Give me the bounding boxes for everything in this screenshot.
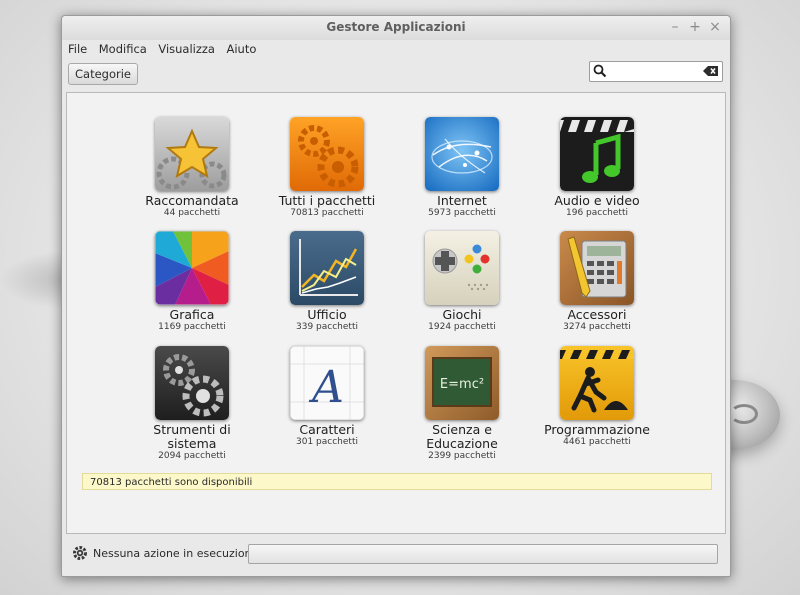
category-name: Scienza e Educazione <box>426 422 498 451</box>
calculator-pencil-icon <box>560 231 634 305</box>
line-chart-icon <box>290 231 364 305</box>
status-text: Nessuna azione in esecuzione <box>93 547 259 560</box>
gear-icon <box>73 546 87 560</box>
svg-text:A: A <box>308 362 344 413</box>
dark-gears-icon <box>155 346 229 420</box>
category-name: Tutti i pacchetti <box>278 193 376 208</box>
category-count: 3274 pacchetti <box>563 322 631 332</box>
category-name: Grafica <box>169 307 215 322</box>
close-button[interactable]: × <box>706 18 724 36</box>
maximize-button[interactable]: + <box>686 18 704 36</box>
chalkboard-icon: E=mc² <box>425 346 499 420</box>
star-gears-icon <box>155 117 229 191</box>
search-field[interactable] <box>589 61 723 82</box>
category-caratteri[interactable]: A Caratteri 301 pacchetti <box>260 346 394 458</box>
category-name: Programmazione <box>544 422 650 437</box>
letter-a-icon: A <box>290 346 364 420</box>
menu-file[interactable]: File <box>68 40 91 56</box>
svg-text:E=mc²: E=mc² <box>440 377 484 392</box>
color-wheel-icon <box>155 231 229 305</box>
category-count: 1169 pacchetti <box>158 322 226 332</box>
category-name: Accessori <box>567 307 627 322</box>
category-count: 2094 pacchetti <box>158 451 226 461</box>
window-title: Gestore Applicazioni <box>326 20 466 34</box>
category-grafica[interactable]: Grafica 1169 pacchetti <box>125 231 259 343</box>
category-name: Raccomandata <box>145 193 239 208</box>
globe-network-icon <box>425 117 499 191</box>
category-giochi[interactable]: Giochi 1924 pacchetti <box>395 231 529 343</box>
category-internet[interactable]: Internet 5973 pacchetti <box>395 117 529 229</box>
available-packages-info: 70813 pacchetti sono disponibili <box>82 473 712 490</box>
category-count: 339 pacchetti <box>296 322 358 332</box>
menu-aiuto[interactable]: Aiuto <box>226 40 260 56</box>
clear-search-icon[interactable] <box>703 65 719 77</box>
status-bar: Nessuna azione in esecuzione <box>66 539 724 569</box>
category-count: 196 pacchetti <box>566 208 628 218</box>
category-count: 5973 pacchetti <box>428 208 496 218</box>
category-name: Internet <box>437 193 487 208</box>
desktop-shadow <box>0 250 70 310</box>
category-audio-video[interactable]: Audio e video 196 pacchetti <box>530 117 664 229</box>
title-bar[interactable]: Gestore Applicazioni – + × <box>62 16 730 40</box>
category-raccomandata[interactable]: Raccomandata 44 pacchetti <box>125 117 259 229</box>
category-count: 44 pacchetti <box>163 208 221 218</box>
category-count: 2399 pacchetti <box>428 451 496 461</box>
category-name: Strumenti di sistema <box>153 422 231 451</box>
category-count: 301 pacchetti <box>296 437 358 447</box>
category-name: Giochi <box>442 307 482 322</box>
search-input[interactable] <box>610 63 700 78</box>
search-icon <box>593 64 607 78</box>
minimize-button[interactable]: – <box>666 18 684 36</box>
menu-visualizza[interactable]: Visualizza <box>158 40 219 56</box>
category-count: 4461 pacchetti <box>563 437 631 447</box>
category-tutti[interactable]: Tutti i pacchetti 70813 pacchetti <box>260 117 394 229</box>
orange-gears-icon <box>290 117 364 191</box>
menu-bar: File Modifica Visualizza Aiuto <box>62 40 730 58</box>
construction-worker-icon <box>560 346 634 420</box>
category-programmazione[interactable]: Programmazione 4461 pacchetti <box>530 346 664 458</box>
category-scienza-educazione[interactable]: E=mc² Scienza e Educazione 2399 pacchett… <box>395 346 529 461</box>
menu-modifica[interactable]: Modifica <box>99 40 151 56</box>
category-name: Ufficio <box>307 307 347 322</box>
category-ufficio[interactable]: Ufficio 339 pacchetti <box>260 231 394 343</box>
category-accessori[interactable]: Accessori 3274 pacchetti <box>530 231 664 343</box>
category-name: Caratteri <box>299 422 355 437</box>
clapperboard-music-icon <box>560 117 634 191</box>
app-window: Gestore Applicazioni – + × File Modifica… <box>61 15 731 577</box>
categories-button[interactable]: Categorie <box>68 63 138 85</box>
categories-panel: Raccomandata 44 pacchetti Tutti i pacche… <box>66 92 726 534</box>
category-strumenti-sistema[interactable]: Strumenti di sistema 2094 pacchetti <box>125 346 259 461</box>
category-count: 70813 pacchetti <box>290 208 364 218</box>
progress-bar <box>248 544 718 564</box>
category-name: Audio e video <box>554 193 640 208</box>
gamepad-icon <box>425 231 499 305</box>
category-count: 1924 pacchetti <box>428 322 496 332</box>
